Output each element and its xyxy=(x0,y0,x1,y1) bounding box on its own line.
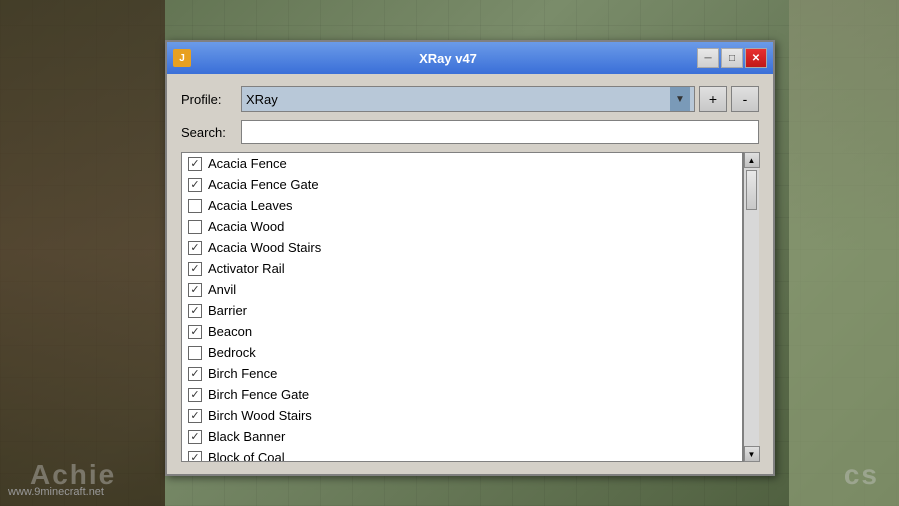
checkbox[interactable] xyxy=(188,178,202,192)
scroll-track[interactable] xyxy=(744,168,759,446)
scroll-up-button[interactable]: ▲ xyxy=(744,152,760,168)
checkbox[interactable] xyxy=(188,409,202,423)
item-label: Black Banner xyxy=(208,429,285,444)
checkbox[interactable] xyxy=(188,304,202,318)
minimize-button[interactable]: ─ xyxy=(697,48,719,68)
scrollbar[interactable]: ▲ ▼ xyxy=(743,152,759,462)
xray-dialog: J XRay v47 ─ □ ✕ Profile: XRay ▼ + - Sea… xyxy=(165,40,775,476)
checkbox[interactable] xyxy=(188,241,202,255)
list-item[interactable]: Anvil xyxy=(182,279,742,300)
item-label: Beacon xyxy=(208,324,252,339)
item-label: Activator Rail xyxy=(208,261,285,276)
checkbox[interactable] xyxy=(188,388,202,402)
item-label: Barrier xyxy=(208,303,247,318)
item-label: Anvil xyxy=(208,282,236,297)
list-item[interactable]: Birch Fence xyxy=(182,363,742,384)
item-label: Block of Coal xyxy=(208,450,285,461)
item-label: Birch Fence Gate xyxy=(208,387,309,402)
list-item[interactable]: Block of Coal xyxy=(182,447,742,461)
item-label: Birch Wood Stairs xyxy=(208,408,312,423)
checkbox[interactable] xyxy=(188,199,202,213)
list-item[interactable]: Acacia Fence xyxy=(182,153,742,174)
dialog-content: Profile: XRay ▼ + - Search: Acacia Fence… xyxy=(167,74,773,474)
add-profile-button[interactable]: + xyxy=(699,86,727,112)
checkbox[interactable] xyxy=(188,367,202,381)
profile-controls: XRay ▼ + - xyxy=(241,86,759,112)
app-icon: J xyxy=(173,49,191,67)
profile-value: XRay xyxy=(246,92,670,107)
list-item[interactable]: Acacia Fence Gate xyxy=(182,174,742,195)
remove-profile-button[interactable]: - xyxy=(731,86,759,112)
window-controls: ─ □ ✕ xyxy=(697,48,767,68)
background-left-panel xyxy=(0,0,165,506)
item-label: Bedrock xyxy=(208,345,256,360)
list-item[interactable]: Beacon xyxy=(182,321,742,342)
checkbox[interactable] xyxy=(188,262,202,276)
checkbox[interactable] xyxy=(188,430,202,444)
checkbox[interactable] xyxy=(188,157,202,171)
profile-dropdown[interactable]: XRay ▼ xyxy=(241,86,695,112)
item-label: Acacia Fence Gate xyxy=(208,177,319,192)
dropdown-arrow-icon[interactable]: ▼ xyxy=(670,87,690,111)
search-row: Search: xyxy=(181,120,759,144)
list-item[interactable]: Activator Rail xyxy=(182,258,742,279)
title-bar: J XRay v47 ─ □ ✕ xyxy=(167,42,773,74)
scroll-thumb[interactable] xyxy=(746,170,757,210)
profile-row: Profile: XRay ▼ + - xyxy=(181,86,759,112)
item-label: Acacia Leaves xyxy=(208,198,293,213)
watermark: www.9minecraft.net xyxy=(8,486,104,498)
search-label: Search: xyxy=(181,125,241,140)
list-item[interactable]: Acacia Wood xyxy=(182,216,742,237)
profile-label: Profile: xyxy=(181,92,241,107)
items-list: Acacia Fence Acacia Fence Gate Acacia Leav… xyxy=(181,152,743,462)
checkbox[interactable] xyxy=(188,220,202,234)
checkbox[interactable] xyxy=(188,346,202,360)
list-item[interactable]: Barrier xyxy=(182,300,742,321)
maximize-button[interactable]: □ xyxy=(721,48,743,68)
list-item[interactable]: Birch Fence Gate xyxy=(182,384,742,405)
dialog-title: XRay v47 xyxy=(199,51,697,66)
item-label: Acacia Wood xyxy=(208,219,284,234)
item-label: Acacia Fence xyxy=(208,156,287,171)
search-input[interactable] xyxy=(241,120,759,144)
list-item[interactable]: Acacia Wood Stairs xyxy=(182,237,742,258)
scroll-down-button[interactable]: ▼ xyxy=(744,446,760,462)
list-inner: Acacia Fence Acacia Fence Gate Acacia Leav… xyxy=(182,153,742,461)
list-item[interactable]: Acacia Leaves xyxy=(182,195,742,216)
list-item[interactable]: Birch Wood Stairs xyxy=(182,405,742,426)
checkbox[interactable] xyxy=(188,451,202,462)
item-label: Acacia Wood Stairs xyxy=(208,240,321,255)
list-item[interactable]: Bedrock xyxy=(182,342,742,363)
checkbox[interactable] xyxy=(188,283,202,297)
close-button[interactable]: ✕ xyxy=(745,48,767,68)
checkbox[interactable] xyxy=(188,325,202,339)
achievement-text-right: cs xyxy=(844,459,879,491)
list-container: Acacia Fence Acacia Fence Gate Acacia Leav… xyxy=(181,152,759,462)
list-item[interactable]: Black Banner xyxy=(182,426,742,447)
item-label: Birch Fence xyxy=(208,366,277,381)
background-right-panel xyxy=(789,0,899,506)
